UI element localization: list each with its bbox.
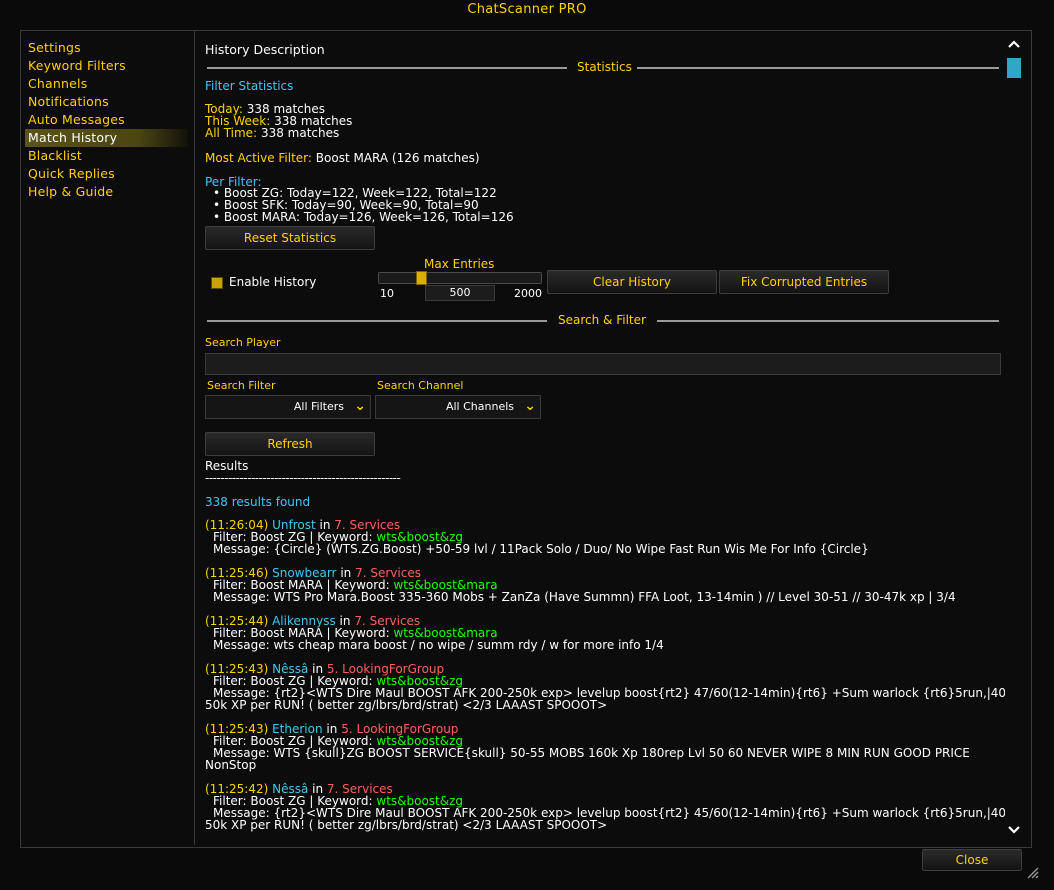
result-entry: (11:25:44) Alikennyss in 7. Services Fil… <box>205 615 664 651</box>
filter-statistics-title: Filter Statistics <box>205 79 294 93</box>
divider-line <box>657 320 999 322</box>
divider-line <box>207 67 567 69</box>
max-entries-input[interactable]: 500 <box>425 285 495 301</box>
result-entry: (11:25:46) Snowbearr in 7. Services Filt… <box>205 567 956 603</box>
result-entry: (11:25:43) Nêssâ in 5. LookingForGroup F… <box>205 663 1005 711</box>
result-message: Message: WTS Pro Mara.Boost 335-360 Mobs… <box>213 590 956 604</box>
chevron-down-icon: ⌄ <box>524 398 536 414</box>
most-active-filter: Most Active Filter: Boost MARA (126 matc… <box>205 151 480 165</box>
clear-history-button[interactable]: Clear History <box>547 270 717 294</box>
sidebar-item-channels[interactable]: Channels <box>25 75 188 93</box>
max-entries-slider-thumb[interactable] <box>416 271 427 285</box>
result-message-continued: 50k XP per RUN! ( better zg/lbrs/brd/str… <box>205 818 608 832</box>
result-message-continued: NonStop <box>205 758 257 772</box>
most-active-count: (126 matches) <box>391 151 480 165</box>
sidebar-item-settings[interactable]: Settings <box>25 39 188 57</box>
chevron-down-icon[interactable] <box>1007 825 1021 835</box>
result-message: Message: {Circle} (WTS.ZG.Boost) +50-59 … <box>213 542 869 556</box>
stat-matches-word: matches <box>287 126 340 140</box>
chevron-up-icon[interactable] <box>1007 39 1021 49</box>
refresh-button[interactable]: Refresh <box>205 432 375 456</box>
stat-all-time-value: 338 <box>260 126 284 140</box>
sidebar-item-auto-messages[interactable]: Auto Messages <box>25 111 188 129</box>
result-message: Message: wts cheap mara boost / no wipe … <box>213 638 664 652</box>
history-description: History Description <box>205 42 325 57</box>
sidebar-item-notifications[interactable]: Notifications <box>25 93 188 111</box>
search-filter-label: Search Filter <box>207 379 276 392</box>
enable-history-label: Enable History <box>229 275 317 289</box>
enable-history-checkbox[interactable] <box>211 277 223 289</box>
stat-all-time-label: All Time: <box>205 126 258 140</box>
results-separator: ----------------------------------------… <box>205 471 401 485</box>
result-entry: (11:25:43) Etherion in 5. LookingForGrou… <box>205 723 970 771</box>
most-active-name: Boost MARA <box>315 151 389 165</box>
sidebar-item-match-history[interactable]: Match History <box>25 129 188 147</box>
search-channel-value: All Channels <box>445 400 514 413</box>
max-entries-label: Max Entries <box>424 257 495 271</box>
sidebar-item-help-guide[interactable]: Help & Guide <box>25 183 188 201</box>
search-filter-header: Search & Filter <box>558 313 646 327</box>
results-count: 338 results found <box>205 495 311 509</box>
max-entries-slider[interactable] <box>378 271 542 285</box>
max-entries-max: 2000 <box>514 287 542 300</box>
search-player-label: Search Player <box>205 336 281 349</box>
max-entries-min: 10 <box>380 287 394 300</box>
search-player-value <box>206 357 210 370</box>
window-title: ChatScanner PRO <box>467 2 587 17</box>
search-filter-dropdown[interactable]: All Filters ⌄ <box>205 395 371 419</box>
result-message: Message: WTS {skull}ZG BOOST SERVICE{sku… <box>213 746 970 760</box>
fix-corrupted-entries-button[interactable]: Fix Corrupted Entries <box>719 270 889 294</box>
search-channel-label: Search Channel <box>377 379 464 392</box>
result-entry: (11:25:42) Nêssâ in 7. Services Filter: … <box>205 783 1005 831</box>
statistics-header: Statistics <box>577 60 632 74</box>
close-button[interactable]: Close <box>922 849 1022 871</box>
scrollbar-thumb[interactable] <box>1007 58 1021 78</box>
chevron-down-icon: ⌄ <box>354 398 366 414</box>
content-scrollbar[interactable] <box>1007 31 1029 845</box>
divider-line <box>207 320 547 322</box>
sidebar-item-keyword-filters[interactable]: Keyword Filters <box>25 57 188 75</box>
search-player-input[interactable] <box>205 353 1001 375</box>
per-filter-row: • Boost MARA: Today=126, Week=126, Total… <box>213 210 514 224</box>
search-filter-value: All Filters <box>293 400 344 413</box>
reset-statistics-button[interactable]: Reset Statistics <box>205 226 375 250</box>
sidebar-item-blacklist[interactable]: Blacklist <box>25 147 188 165</box>
result-message-continued: 50k XP per RUN! ( better zg/lbrs/brd/str… <box>205 698 608 712</box>
result-entry: (11:26:04) Unfrost in 7. Services Filter… <box>205 519 869 555</box>
resize-grip-icon[interactable] <box>1026 866 1040 880</box>
max-entries-value: 500 <box>449 286 471 299</box>
sidebar-item-quick-replies[interactable]: Quick Replies <box>25 165 188 183</box>
most-active-label: Most Active Filter: <box>205 151 312 165</box>
sidebar: Settings Keyword Filters Channels Notifi… <box>21 31 195 845</box>
stat-all-time: All Time: 338 matches <box>205 127 339 139</box>
search-channel-dropdown[interactable]: All Channels ⌄ <box>375 395 541 419</box>
match-history-panel: History Description Statistics Filter St… <box>195 31 1005 845</box>
divider-line <box>637 67 999 69</box>
